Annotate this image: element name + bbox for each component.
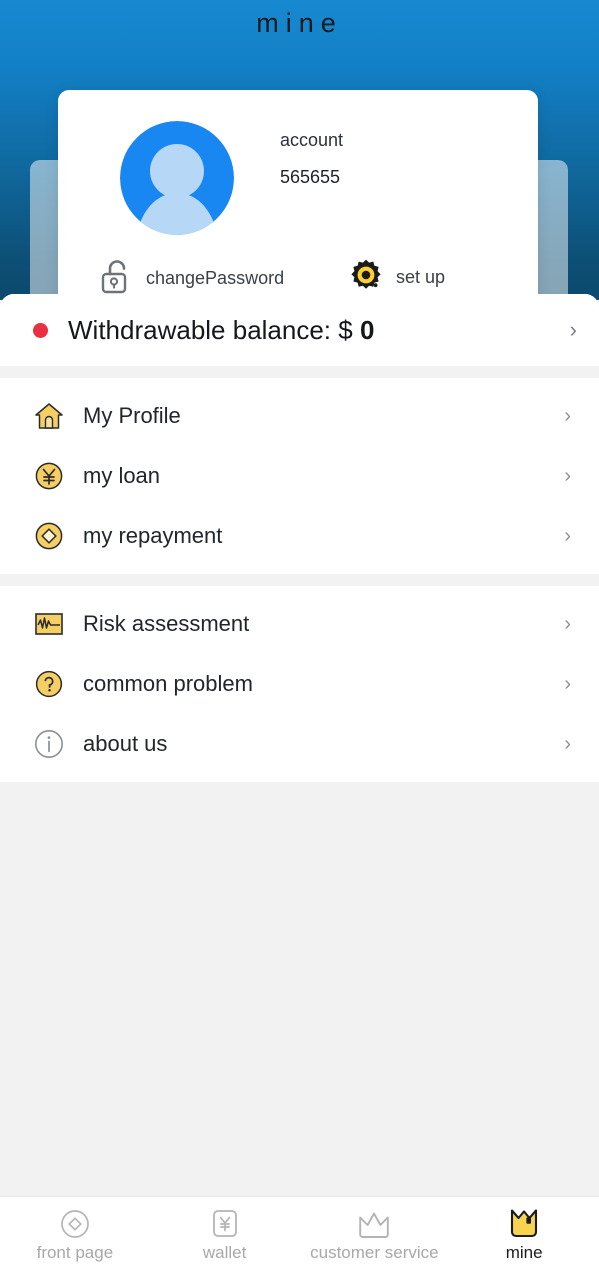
page-title: mine — [256, 8, 343, 38]
menu-item-about-us[interactable]: about us › — [0, 714, 599, 774]
withdrawable-balance-row[interactable]: Withdrawable balance: $ 0 › — [0, 294, 599, 366]
status-dot-icon — [33, 322, 48, 338]
set-up-button[interactable]: set up — [348, 257, 445, 298]
tab-customer-service[interactable]: customer service — [300, 1197, 450, 1272]
crown-icon — [356, 1206, 392, 1240]
content-sheet: Withdrawable balance: $ 0 › My Profile › — [0, 294, 599, 1272]
chevron-right-icon: › — [564, 405, 571, 427]
info-circle-icon — [33, 728, 65, 760]
question-circle-icon — [33, 668, 65, 700]
menu-item-common-problem[interactable]: common problem › — [0, 654, 599, 714]
menu-item-my-repayment[interactable]: my repayment › — [0, 506, 599, 566]
group-padding — [0, 586, 599, 594]
tab-wallet[interactable]: wallet — [150, 1197, 300, 1272]
user-avatar-icon — [120, 121, 234, 235]
group-padding — [0, 378, 599, 386]
tab-label: front page — [36, 1243, 114, 1262]
menu-item-label: my repayment — [83, 523, 223, 548]
tab-mine[interactable]: mine — [449, 1197, 599, 1272]
menu-item-label: Risk assessment — [83, 611, 250, 636]
menu-item-label: about us — [83, 731, 168, 756]
chart-waveform-icon — [33, 608, 65, 640]
chevron-right-icon: › — [569, 317, 577, 342]
yen-square-icon — [210, 1206, 240, 1240]
set-up-label: set up — [396, 267, 446, 287]
change-password-label: changePassword — [146, 268, 285, 288]
group-padding — [0, 774, 599, 782]
wallet-bag-icon — [507, 1206, 541, 1240]
balance-group: Withdrawable balance: $ 0 › — [0, 294, 599, 366]
diamond-circle-icon — [59, 1206, 91, 1240]
group-padding — [0, 566, 599, 574]
menu-group-1: My Profile › my loan › my repayment › — [0, 378, 599, 574]
menu-item-my-profile[interactable]: My Profile › — [0, 386, 599, 446]
profile-card: account 565655 changePassword set up — [58, 90, 538, 325]
withdrawable-balance-amount: 0 — [359, 314, 375, 345]
menu-item-my-loan[interactable]: my loan › — [0, 446, 599, 506]
bottom-navigation: front page wallet customer service mine — [0, 1196, 599, 1272]
withdrawable-balance-label: Withdrawable balance: $ 0 — [68, 314, 375, 345]
tab-label: customer service — [310, 1243, 439, 1262]
tab-front-page[interactable]: front page — [0, 1197, 150, 1272]
chevron-right-icon: › — [564, 613, 571, 635]
coin-diamond-icon — [33, 520, 65, 552]
menu-item-label: my loan — [83, 463, 161, 488]
account-value: 565655 — [280, 167, 341, 187]
account-label: account — [280, 130, 344, 150]
menu-item-risk-assessment[interactable]: Risk assessment › — [0, 594, 599, 654]
chevron-right-icon: › — [564, 525, 571, 547]
gear-icon — [348, 257, 384, 298]
mine-screen: mine account 565655 changePassword set u… — [0, 0, 599, 1272]
group-divider — [0, 574, 599, 586]
house-icon — [33, 400, 65, 432]
tab-label: wallet — [202, 1243, 247, 1262]
chevron-right-icon: › — [564, 673, 571, 695]
group-divider — [0, 366, 599, 378]
tab-label: mine — [505, 1243, 543, 1262]
chevron-right-icon: › — [564, 733, 571, 755]
avatar[interactable] — [120, 121, 234, 235]
chevron-right-icon: › — [564, 465, 571, 487]
menu-group-2: Risk assessment › common problem › about… — [0, 586, 599, 782]
menu-item-label: common problem — [83, 671, 253, 696]
yen-coin-icon — [33, 460, 65, 492]
menu-item-label: My Profile — [83, 403, 181, 428]
